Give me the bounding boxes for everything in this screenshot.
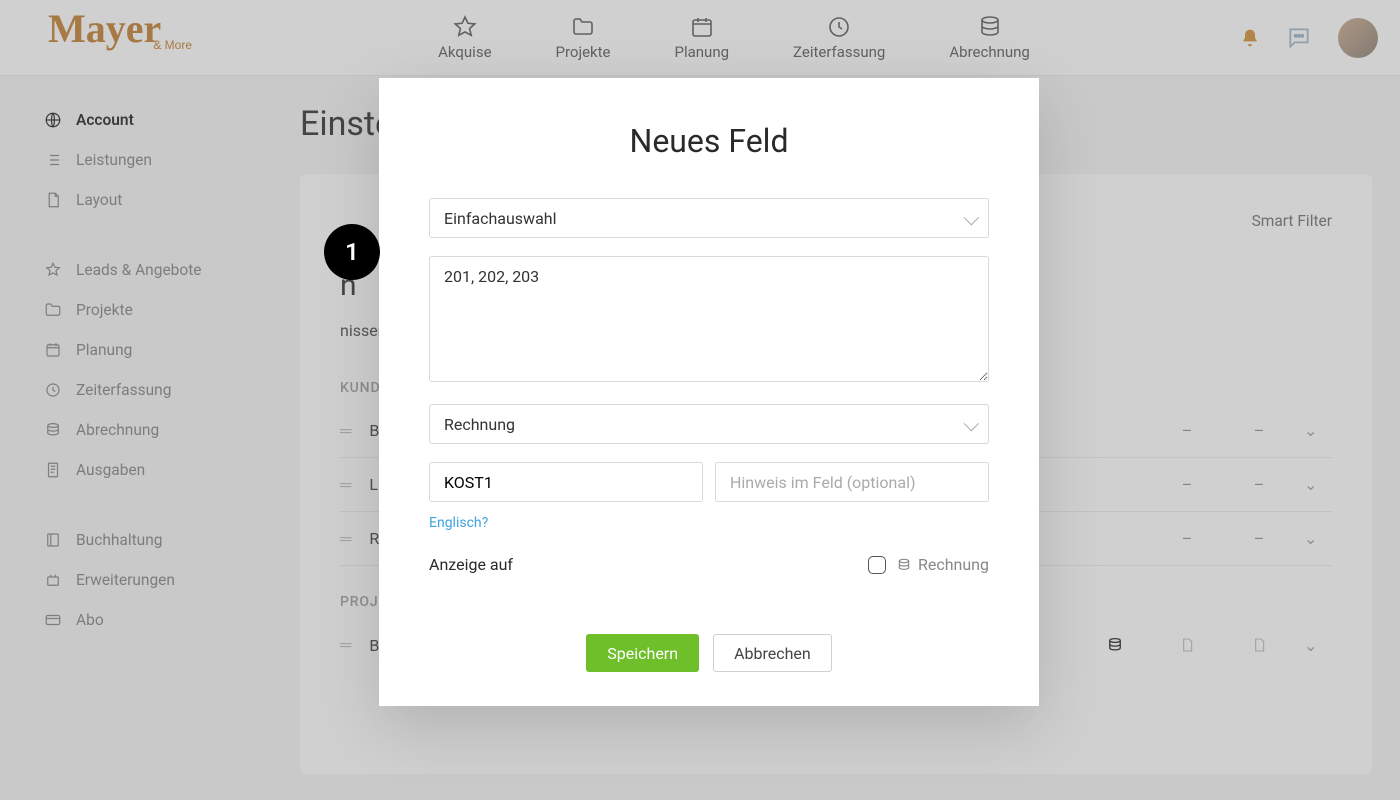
modal-buttons: Speichern Abbrechen <box>429 634 989 672</box>
scope-value: Rechnung <box>444 415 515 434</box>
modal-title: Neues Feld <box>429 122 989 160</box>
database-icon <box>896 557 912 573</box>
step-badge: 1 <box>324 224 380 280</box>
options-textarea[interactable] <box>429 256 989 382</box>
field-type-value: Einfachauswahl <box>444 209 556 228</box>
scope-select[interactable]: Rechnung <box>429 404 989 444</box>
show-on-label: Anzeige auf <box>429 555 868 574</box>
show-on-target: Rechnung <box>918 555 989 574</box>
field-type-select[interactable]: Einfachauswahl <box>429 198 989 238</box>
save-button[interactable]: Speichern <box>586 634 699 672</box>
new-field-modal: 1 Neues Feld Einfachauswahl Rechnung Eng… <box>379 78 1039 706</box>
show-on-row: Anzeige auf Rechnung <box>429 555 989 574</box>
field-name-input[interactable] <box>429 462 703 502</box>
show-on-checkbox[interactable] <box>868 556 886 574</box>
cancel-button[interactable]: Abbrechen <box>713 634 832 672</box>
field-hint-input[interactable] <box>715 462 989 502</box>
english-link[interactable]: Englisch? <box>429 515 488 531</box>
